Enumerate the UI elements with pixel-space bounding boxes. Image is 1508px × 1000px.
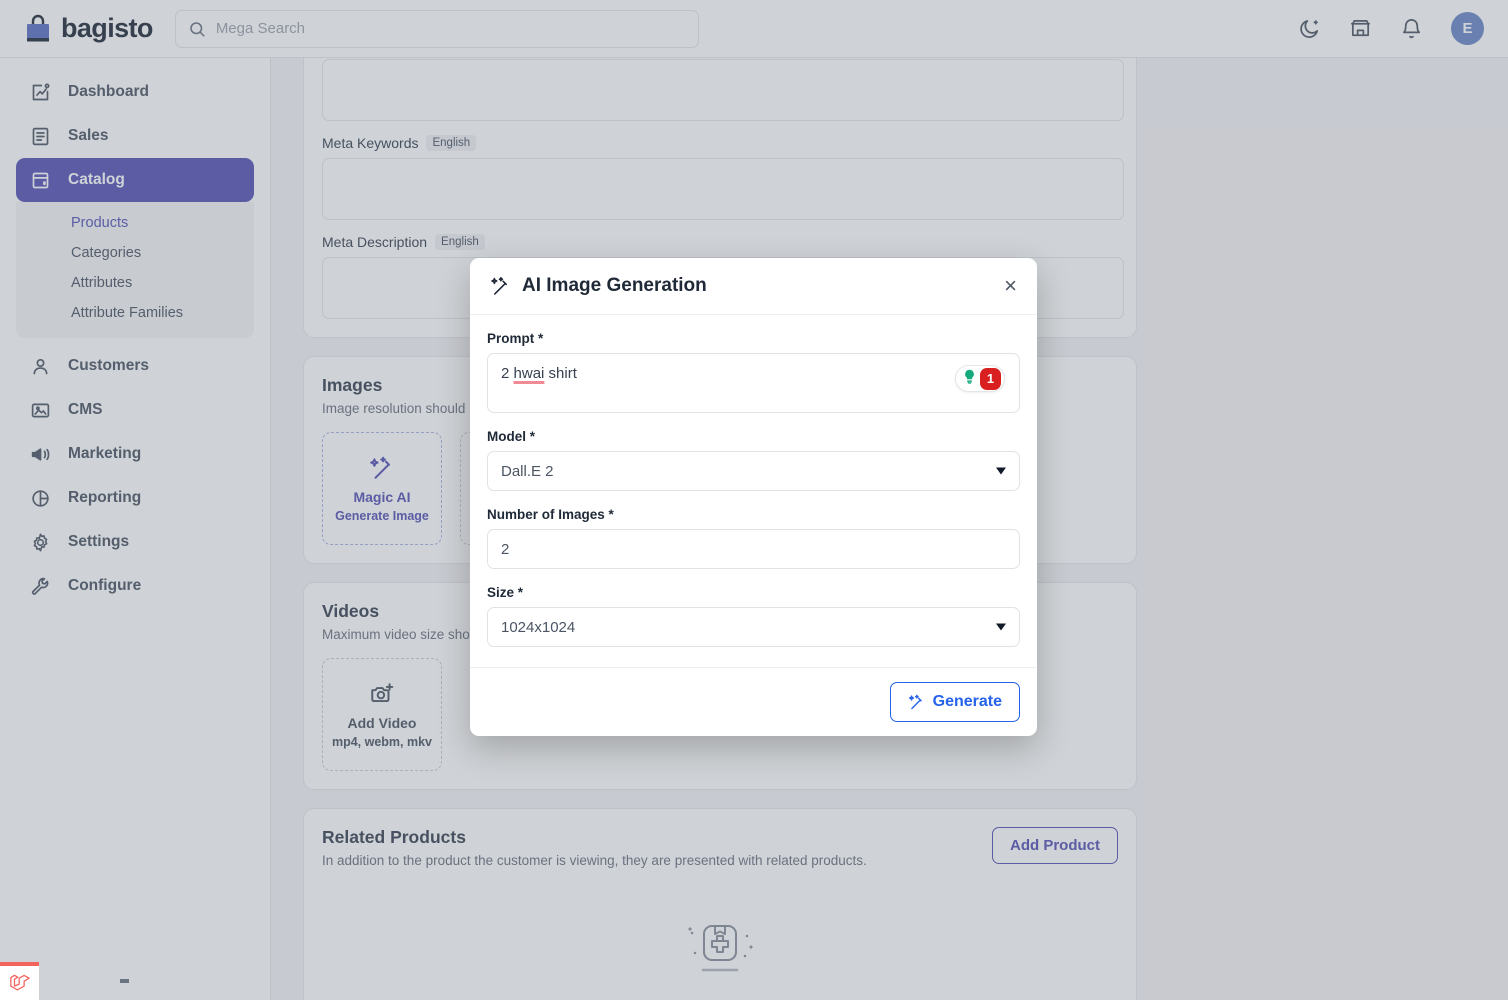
modal-backdrop[interactable]: AI Image Generation × Prompt * 2 hwai sh… — [0, 0, 1508, 1000]
size-field-group: Size * 1024x1024 — [487, 585, 1020, 647]
generate-button-label: Generate — [932, 693, 1002, 710]
modal-title: AI Image Generation — [522, 275, 707, 296]
number-of-images-label: Number of Images * — [487, 507, 614, 522]
model-label: Model * — [487, 429, 536, 444]
prompt-label: Prompt * — [487, 331, 544, 346]
number-of-images-input[interactable]: 2 — [487, 529, 1020, 569]
generate-button[interactable]: Generate — [889, 682, 1020, 722]
prompt-text-suffix: shirt — [544, 365, 577, 382]
grammar-assistant-widget[interactable]: 1 — [955, 365, 1005, 392]
magic-wand-icon — [908, 694, 925, 711]
modal-footer: Generate — [470, 667, 1037, 736]
model-select[interactable]: Dall.E 2 — [487, 451, 1020, 491]
ai-image-generation-modal: AI Image Generation × Prompt * 2 hwai sh… — [470, 258, 1037, 736]
prompt-text-prefix: 2 — [501, 365, 514, 382]
model-selected-value: Dall.E 2 — [501, 462, 554, 480]
size-label: Size * — [487, 585, 524, 600]
lightbulb-icon — [961, 368, 978, 389]
modal-body: Prompt * 2 hwai shirt 1 Model * Dall.E 2… — [470, 315, 1037, 667]
prompt-input[interactable]: 2 hwai shirt 1 — [487, 353, 1020, 413]
modal-header: AI Image Generation × — [470, 258, 1037, 315]
magic-wand-icon — [490, 276, 511, 297]
chevron-down-icon — [996, 623, 1006, 631]
prompt-text-misspelled: hwai — [513, 365, 545, 382]
grammar-issue-count-badge: 1 — [980, 367, 1001, 390]
number-of-images-value: 2 — [501, 540, 510, 558]
size-selected-value: 1024x1024 — [501, 618, 576, 636]
size-select[interactable]: 1024x1024 — [487, 607, 1020, 647]
prompt-field-group: Prompt * 2 hwai shirt 1 — [487, 331, 1020, 413]
chevron-down-icon — [996, 467, 1006, 475]
number-of-images-field-group: Number of Images * 2 — [487, 507, 1020, 569]
model-field-group: Model * Dall.E 2 — [487, 429, 1020, 491]
close-icon[interactable]: × — [1004, 275, 1017, 297]
